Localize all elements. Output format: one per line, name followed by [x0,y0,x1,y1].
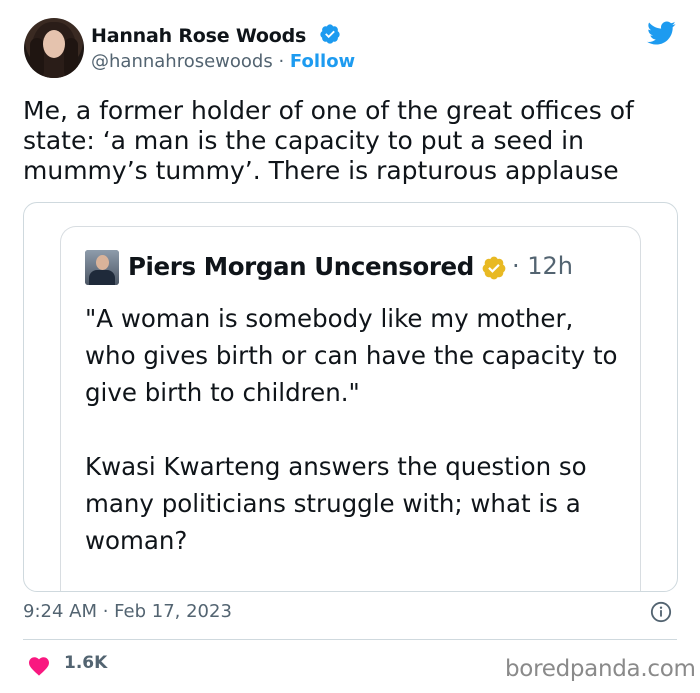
author-avatar[interactable] [24,18,84,78]
avatar-face [43,30,65,58]
quoted-paragraph-1: "A woman is somebody like my mother, who… [85,304,618,407]
author-name[interactable]: Hannah Rose Woods [91,25,306,47]
author-handle[interactable]: @hannahrosewoods [91,51,273,72]
avatar-hair-left [30,38,44,78]
gold-verified-badge-icon [482,256,506,280]
avatar-hair-right [64,38,78,78]
heart-icon[interactable] [27,654,51,676]
quoted-author-avatar [85,250,119,285]
follow-button[interactable]: Follow [290,51,355,72]
handle-row: @hannahrosewoods · Follow [91,51,355,72]
quoted-timestamp: · 12h [512,252,574,280]
info-icon[interactable] [650,601,672,623]
author-name-row[interactable]: Hannah Rose Woods [91,23,341,47]
twitter-bird-icon[interactable] [644,18,678,48]
tweet-text: Me, a former holder of one of the great … [23,96,634,185]
like-count[interactable]: 1.6K [64,653,107,673]
avatar-head [96,255,109,270]
quoted-author-name: Piers Morgan Uncensored [128,252,474,281]
avatar-suit [89,270,115,285]
quoted-paragraph-2: Kwasi Kwarteng answers the question so m… [85,452,587,555]
boredpanda-watermark: boredpanda.com [505,656,696,682]
tweet-timestamp[interactable]: 9:24 AM · Feb 17, 2023 [23,601,232,622]
handle-separator: · [278,51,285,72]
footer-divider [23,639,677,640]
verified-badge-icon [319,24,340,44]
